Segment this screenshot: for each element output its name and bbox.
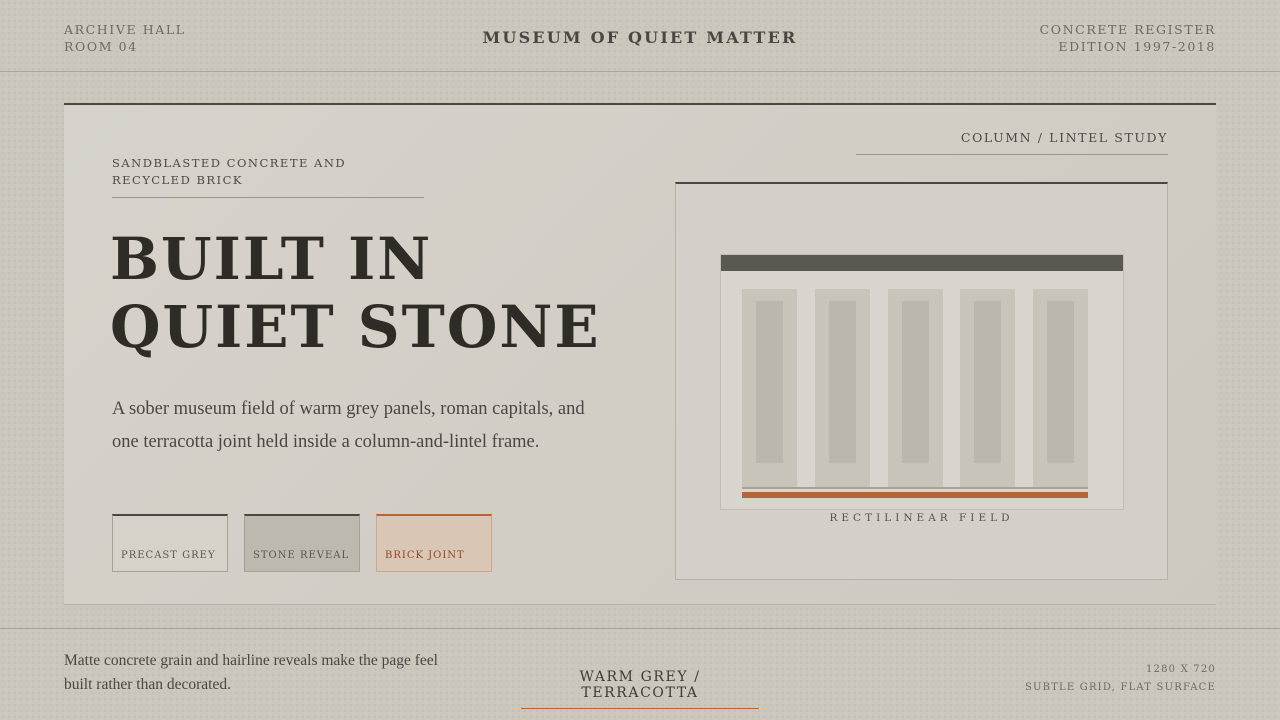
diagram-caption: RECTILINEAR FIELD (829, 512, 1014, 524)
study-label: COLUMN / LINTEL STUDY (856, 130, 1168, 155)
swatch-stone-reveal: STONE REVEAL (244, 514, 360, 572)
surface-label: SUBTLE GRID, FLAT SURFACE (1024, 682, 1216, 693)
swatch-precast-grey: PRECAST GREY (112, 514, 228, 572)
palette-label: WARM GREY / TERRACOTTA (521, 669, 759, 709)
swatch-brick-joint: BRICK JOINT (376, 514, 492, 572)
column (1033, 289, 1088, 489)
hero-panel: SANDBLASTED CONCRETE AND RECYCLED BRICK … (64, 103, 1216, 604)
footer-note: Matte concrete grain and hairline reveal… (64, 652, 438, 693)
swatch-label: BRICK JOINT (385, 550, 465, 561)
edition-label: EDITION 1997-2018 (1058, 39, 1216, 54)
base-line (742, 487, 1088, 489)
headline: BUILT IN QUIET STONE (110, 225, 601, 361)
lintel (721, 255, 1123, 271)
diagram-frame (720, 254, 1124, 510)
bottom-bar: Matte concrete grain and hairline reveal… (0, 628, 1280, 720)
column-lintel-diagram: RECTILINEAR FIELD (675, 182, 1168, 580)
column (815, 289, 870, 489)
footer-meta: 1280 X 720 SUBTLE GRID, FLAT SURFACE (1025, 661, 1216, 697)
headline-line-2: QUIET STONE (110, 293, 601, 361)
column (742, 289, 797, 489)
headline-line-1: BUILT IN (110, 225, 433, 293)
column (960, 289, 1015, 489)
column (888, 289, 943, 489)
register-label: CONCRETE REGISTER EDITION 1997-2018 (1040, 21, 1216, 55)
material-kicker: SANDBLASTED CONCRETE AND RECYCLED BRICK (112, 155, 424, 198)
hero-description: A sober museum field of warm grey panels… (112, 399, 585, 452)
size-label: 1280 X 720 (1145, 664, 1216, 675)
swatch-label: STONE REVEAL (253, 550, 350, 561)
terracotta-joint (742, 492, 1088, 498)
top-bar: ARCHIVE HALL ROOM 04 MUSEUM OF QUIET MAT… (0, 0, 1280, 72)
swatch-label: PRECAST GREY (121, 550, 216, 561)
register-title: CONCRETE REGISTER (1039, 22, 1216, 37)
